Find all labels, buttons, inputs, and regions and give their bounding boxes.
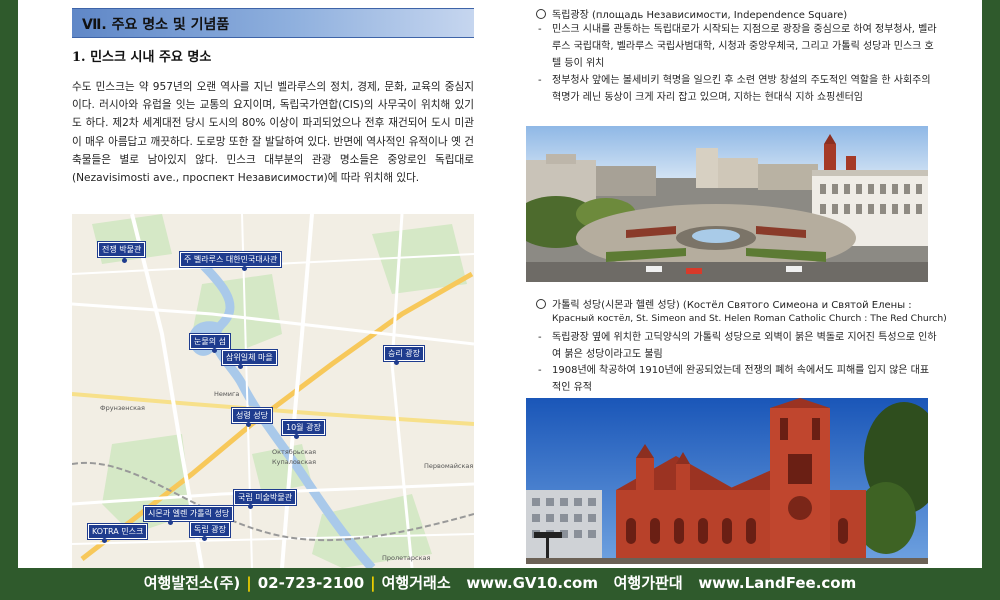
item1-bullet-1: - 민스크 시내를 관통하는 독립대로가 시작되는 지점으로 광장을 중심으로 하… bbox=[538, 21, 938, 72]
red-church-photo bbox=[526, 398, 928, 564]
map-dot bbox=[168, 520, 173, 525]
footer-stand: 여행가판대 bbox=[613, 574, 683, 592]
section-header: Ⅶ. 주요 명소 및 기념품 bbox=[72, 8, 474, 38]
footer-phone: 02-723-2100 bbox=[257, 574, 365, 592]
footer-link-landfee[interactable]: www.LandFee.com bbox=[698, 574, 856, 592]
map-dot bbox=[238, 364, 243, 369]
map-dot bbox=[394, 360, 399, 365]
map-dot bbox=[122, 258, 127, 263]
map-dot bbox=[212, 348, 217, 353]
footer-company: 여행발전소(주) bbox=[143, 574, 241, 592]
map-label-station: Фрунзенская bbox=[100, 404, 145, 412]
map-pin-korean-embassy[interactable]: 주 벨라루스 대한민국대사관 bbox=[180, 252, 282, 267]
map-pin-october-square[interactable]: 10월 광장 bbox=[282, 420, 325, 435]
map-pin-national-art-museum[interactable]: 국립 미술박물관 bbox=[234, 490, 297, 505]
item2-title-text: 가톨릭 성당(시몬과 헬렌 성당) (Костёл Святого Симеон… bbox=[552, 300, 912, 311]
map-pin-war-museum[interactable]: 전쟁 박물관 bbox=[98, 242, 146, 257]
item1-bullet-2-text: 정부청사 앞에는 볼세비키 혁명을 일으킨 후 소련 연방 창설의 주도적인 역… bbox=[552, 75, 931, 103]
map-pin-victory-square[interactable]: 승리 광장 bbox=[384, 346, 424, 361]
right-column: 독립광장 (площадь Независимости, Independenc… bbox=[524, 0, 982, 568]
footer-exchange: 여행거래소 bbox=[381, 574, 451, 592]
item1-bullet-2: - 정부청사 앞에는 볼세비키 혁명을 일으킨 후 소련 연방 창설의 주도적인 … bbox=[538, 72, 938, 106]
item2-bullet-2: -1908년에 착공하여 1910년에 완공되었는데 전쟁의 폐허 속에서도 피… bbox=[538, 362, 938, 396]
item2-bullet-2-text: 1908년에 착공하여 1910년에 완공되었는데 전쟁의 폐허 속에서도 피해… bbox=[552, 365, 930, 393]
map-dot bbox=[102, 538, 107, 543]
map-label-station: Пролетарская bbox=[382, 554, 431, 562]
map-label-station: Первомайская bbox=[424, 462, 474, 470]
item2-title: 가톨릭 성당(시몬과 헬렌 성당) (Костёл Святого Симеон… bbox=[536, 296, 912, 311]
document-page: Ⅶ. 주요 명소 및 기념품 1. 민스크 시내 주요 명소 수도 민스크는 약… bbox=[18, 0, 982, 568]
map-dot bbox=[242, 266, 247, 271]
item1-title-text: 독립광장 (площадь Независимости, Independenc… bbox=[552, 10, 848, 21]
footer-link-gv10[interactable]: www.GV10.com bbox=[466, 574, 598, 592]
map-label-station: Купаловская bbox=[272, 458, 317, 466]
footer-bar: 여행발전소(주) | 02-723-2100 | 여행거래소 www.GV10.com … bbox=[0, 568, 1000, 600]
map-dot bbox=[248, 504, 253, 509]
intro-paragraph: 수도 민스크는 약 957년의 오랜 역사를 지닌 벨라루스의 정치, 경제, … bbox=[72, 81, 474, 185]
section-header-title: Ⅶ. 주요 명소 및 기념품 bbox=[82, 17, 230, 33]
item1-bullet-1-text: 민스크 시내를 관통하는 독립대로가 시작되는 지점으로 광장을 중심으로 하여… bbox=[552, 24, 937, 69]
map-dot bbox=[202, 536, 207, 541]
left-column: Ⅶ. 주요 명소 및 기념품 1. 민스크 시내 주요 명소 수도 민스크는 약… bbox=[18, 0, 498, 568]
map-pin-trinity-suburb[interactable]: 삼위일체 마을 bbox=[222, 350, 277, 365]
independence-square-photo bbox=[526, 126, 928, 282]
item1-title: 독립광장 (площадь Независимости, Independenc… bbox=[536, 6, 847, 21]
sub-title: 1. 민스크 시내 주요 명소 bbox=[72, 50, 212, 65]
circle-bullet-icon bbox=[536, 9, 546, 19]
map-pin-red-church[interactable]: 시몬과 엘렌 가톨릭 성당 bbox=[144, 506, 234, 521]
map-pin-independence-square[interactable]: 독립 광장 bbox=[190, 522, 230, 537]
map-pin-kotra-minsk[interactable]: KOTRA 민스크 bbox=[88, 524, 148, 539]
map-graphic bbox=[72, 214, 474, 568]
map-dot bbox=[246, 422, 251, 427]
map-label-station: Немига bbox=[214, 390, 240, 398]
item2-bullet-1-text: 독립광장 옆에 위치한 고딕양식의 가톨릭 성당으로 외벽이 붉은 벽돌로 지어… bbox=[552, 332, 937, 360]
map-dot bbox=[294, 434, 299, 439]
map-pin-holy-spirit-cathedral[interactable]: 성령 성당 bbox=[232, 408, 272, 423]
item2-title-line2: Красный костёл, St. Simeon and St. Helen… bbox=[552, 313, 947, 324]
page-frame: Ⅶ. 주요 명소 및 기념품 1. 민스크 시내 주요 명소 수도 민스크는 약… bbox=[0, 0, 1000, 600]
map-pin-island-of-tears[interactable]: 눈물의 섬 bbox=[190, 334, 230, 349]
city-map[interactable]: 전쟁 박물관 주 벨라루스 대한민국대사관 눈물의 섬 삼위일체 마을 승리 광… bbox=[72, 214, 474, 568]
circle-bullet-icon bbox=[536, 299, 546, 309]
item2-bullet-1: - 독립광장 옆에 위치한 고딕양식의 가톨릭 성당으로 외벽이 붉은 벽돌로 지… bbox=[538, 329, 938, 363]
map-label-station: Октябрьская bbox=[272, 448, 317, 456]
